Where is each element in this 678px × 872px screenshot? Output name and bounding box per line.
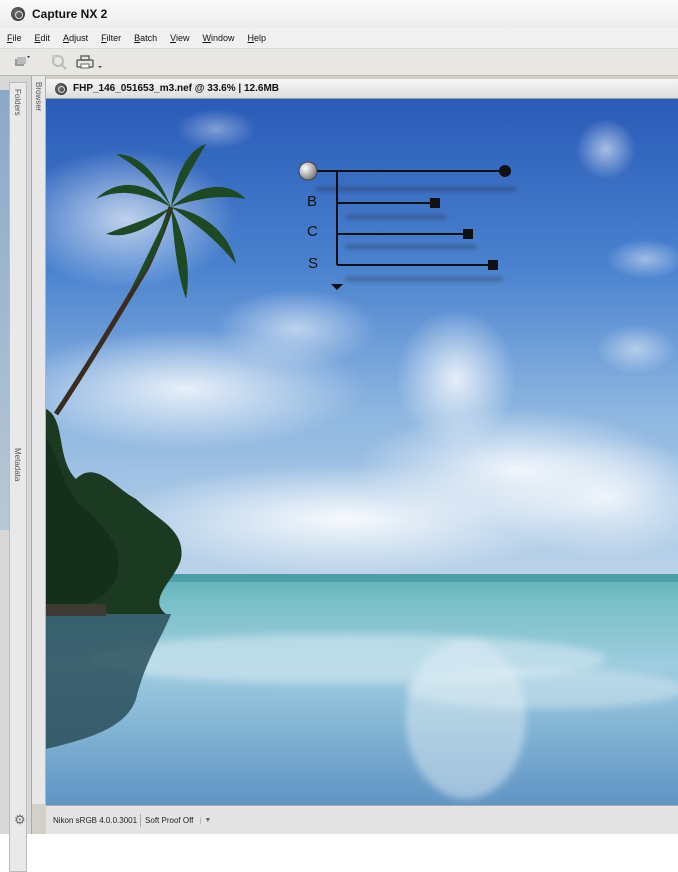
left-panel-tabs: Folders Metadata [9, 82, 27, 872]
menu-edit[interactable]: Edit [35, 33, 51, 43]
status-bar: Nikon sRGB 4.0.0.3001 Soft Proof Off ▼ [46, 805, 678, 834]
magnifier-icon[interactable] [48, 52, 70, 72]
image-canvas[interactable]: B C S [46, 99, 678, 805]
app-logo-icon [11, 7, 25, 21]
chevron-down-icon[interactable]: ▼ [200, 816, 211, 824]
document-title: FHP_146_051653_m3.nef @ 33.6% | 12.6MB [73, 83, 280, 94]
contrast-handle [463, 229, 473, 239]
browser-panel-strip: Browser [32, 76, 46, 804]
gear-icon[interactable]: ⚙ [14, 812, 26, 828]
menu-view[interactable]: View [170, 33, 189, 43]
document-logo-icon [55, 82, 67, 95]
menu-adjust[interactable]: Adjust [63, 33, 88, 43]
title-bar[interactable]: Capture NX 2 [0, 0, 678, 28]
saturation-handle [488, 260, 498, 270]
dropdown-icon[interactable] [96, 52, 104, 72]
menu-bar: File Edit Adjust Filter Batch View Windo… [0, 28, 678, 48]
brightness-label: B [307, 193, 318, 210]
control-knob-handle [298, 161, 318, 181]
browser-icon[interactable] [12, 52, 34, 72]
capture-nx-window: Capture NX 2 File Edit Adjust Filter Bat… [0, 0, 678, 872]
control-end-handle [499, 165, 511, 177]
folders-tab[interactable]: Folders [13, 89, 22, 116]
app-title: Capture NX 2 [32, 7, 108, 21]
brightness-handle [430, 198, 440, 208]
contrast-label: C [307, 223, 318, 240]
photo-tropical-beach [46, 99, 678, 805]
soft-proof-label: Soft Proof Off [145, 815, 194, 825]
menu-file[interactable]: File [7, 33, 22, 43]
menu-window[interactable]: Window [202, 33, 234, 43]
document-title-bar[interactable]: FHP_146_051653_m3.nef @ 33.6% | 12.6MB [46, 79, 678, 99]
menu-help[interactable]: Help [248, 33, 267, 43]
metadata-tab[interactable]: Metadata [13, 448, 22, 481]
menu-filter[interactable]: Filter [101, 33, 121, 43]
soft-proof-toggle[interactable]: Soft Proof Off ▼ [145, 816, 211, 825]
print-icon[interactable] [74, 52, 96, 72]
background-window-edge [0, 90, 9, 530]
browser-tab[interactable]: Browser [34, 82, 43, 111]
menu-batch[interactable]: Batch [134, 33, 157, 43]
saturation-label: S [308, 255, 319, 272]
toolbar [0, 48, 678, 76]
color-profile: Nikon sRGB 4.0.0.3001 [50, 813, 142, 827]
